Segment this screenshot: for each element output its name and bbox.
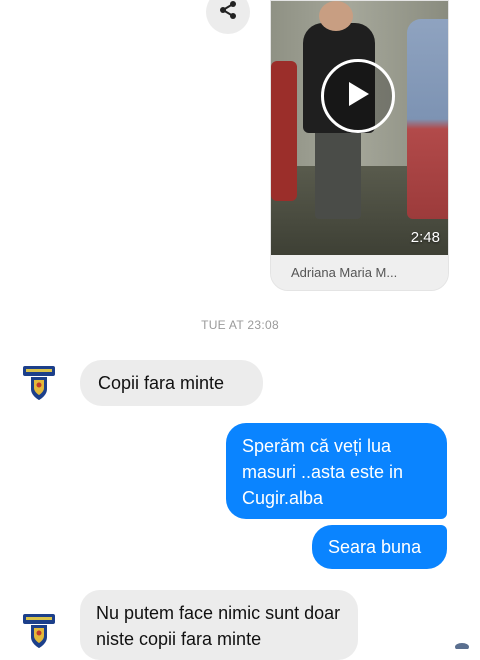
share-button[interactable]	[206, 0, 250, 34]
incoming-message-bubble[interactable]: Nu putem face nimic sunt doar niste copi…	[80, 590, 358, 660]
play-icon	[345, 80, 371, 113]
video-duration: 2:48	[410, 229, 440, 246]
video-sender-name: Adriana Maria M...	[271, 255, 448, 290]
share-icon	[218, 0, 238, 25]
video-thumbnail-figure-head	[319, 1, 353, 31]
video-thumbnail[interactable]: 2:48	[271, 1, 448, 255]
message-timestamp: TUE AT 23:08	[201, 318, 279, 332]
video-thumbnail-figure-right	[407, 19, 448, 219]
video-thumbnail-figure-left	[271, 61, 297, 201]
outgoing-message-bubble[interactable]: Sperăm că veți lua masuri ..asta este in…	[226, 423, 447, 519]
video-thumbnail-figure-legs	[315, 129, 361, 219]
police-badge-avatar-icon[interactable]	[20, 364, 58, 404]
police-badge-avatar-icon[interactable]	[20, 612, 58, 652]
play-button[interactable]	[321, 59, 395, 133]
video-message-card[interactable]: 2:48 Adriana Maria M...	[270, 0, 449, 291]
incoming-message-bubble[interactable]: Copii fara minte	[80, 360, 263, 406]
outgoing-message-bubble[interactable]: Seara buna	[312, 525, 447, 569]
